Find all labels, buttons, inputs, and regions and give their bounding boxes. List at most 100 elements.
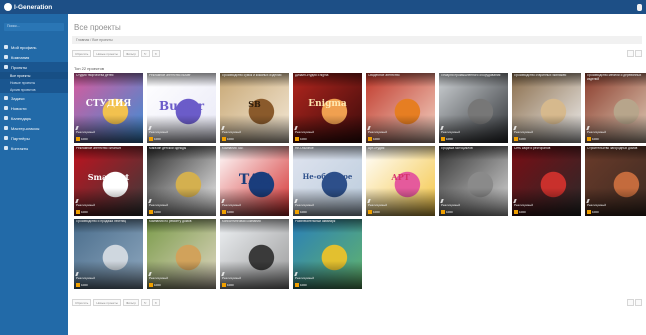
- user-icon: [4, 45, 8, 49]
- sidebar-item-label: Партнёры: [11, 135, 30, 141]
- sidebar-item-4[interactable]: Новости: [0, 103, 68, 113]
- project-card[interactable]: Производство старинных экипажей Реализуем…: [512, 73, 581, 143]
- badge-value: 1000: [227, 137, 234, 141]
- project-badge: 1000: [587, 137, 599, 141]
- coin-icon: [76, 210, 80, 214]
- project-card[interactable]: Свадебное агентство Реализуемый 1000: [366, 73, 435, 143]
- sidebar-item-2[interactable]: Проекты: [0, 62, 68, 72]
- project-title: Не-Обычное: [295, 147, 314, 150]
- project-card[interactable]: Строительство загородных домов Реализуемы…: [585, 146, 646, 216]
- project-card[interactable]: Компания TAE Реализуемый 1000 TAE: [220, 146, 289, 216]
- next-page-button[interactable]: [635, 50, 642, 57]
- reset-button[interactable]: Сбросить: [72, 50, 92, 57]
- card-logo-text: АРТ: [391, 172, 410, 182]
- project-card[interactable]: Пекарня промышленного оборудования Реализ…: [439, 73, 508, 143]
- coin-icon: [587, 137, 591, 141]
- project-badge: 1000: [441, 210, 453, 214]
- sidebar-item-8[interactable]: Контакты: [0, 143, 68, 153]
- card-logo-text: SB: [248, 99, 261, 109]
- sidebar-subitem-2[interactable]: Архив проектов: [0, 86, 68, 93]
- project-card[interactable]: Арт-студия Реализуемый 1000 АРТ: [366, 146, 435, 216]
- new-projects-button[interactable]: Новые проекты: [93, 50, 121, 57]
- project-card[interactable]: Производство мебели и деревянных изделий…: [585, 73, 646, 143]
- project-status: Реализуемый: [295, 130, 315, 134]
- main-content: Все проекты Главная / Все проекты Сброси…: [68, 14, 646, 335]
- contacts-icon: [4, 146, 8, 150]
- sidebar-item-6[interactable]: Мастер-классы: [0, 123, 68, 133]
- project-badge: 1000: [514, 210, 526, 214]
- coin-icon: [368, 210, 372, 214]
- coin-icon: [441, 137, 445, 141]
- project-status: Реализуемый: [149, 203, 169, 207]
- badge-value: 1000: [519, 137, 526, 141]
- next-page-button-bottom[interactable]: [635, 299, 642, 306]
- coin-icon: [587, 210, 591, 214]
- badge-value: 1000: [519, 210, 526, 214]
- project-title: Пекарня промышленного оборудования: [441, 74, 501, 77]
- partners-icon: [4, 136, 8, 140]
- project-status: Реализуемый: [514, 130, 534, 134]
- news-icon: [4, 106, 8, 110]
- project-status: Реализуемый: [368, 130, 388, 134]
- project-title: Рекламное агентство Buster: [149, 74, 191, 77]
- project-status: Реализуемый: [295, 203, 315, 207]
- sidebar-subitem-1[interactable]: Новые проекты: [0, 79, 68, 86]
- sidebar-item-0[interactable]: Мой профиль: [0, 42, 68, 52]
- project-title: Дизайн-студия Enigma: [295, 74, 329, 77]
- sidebar-item-5[interactable]: Календарь: [0, 113, 68, 123]
- project-card[interactable]: Продажа мотоциклов Реализуемый 1000: [439, 146, 508, 216]
- filter-button[interactable]: Фильтр: [122, 50, 140, 57]
- project-card[interactable]: Дизайн-студия Enigma Реализуемый 1000 Enigm…: [293, 73, 362, 143]
- project-card[interactable]: Сеть кафе и ресторанов Реализуемый 1000: [512, 146, 581, 216]
- project-card[interactable]: Компания по ремонту домов Реализуемый 1000: [147, 219, 216, 289]
- refresh-icon[interactable]: ↻: [141, 50, 150, 57]
- project-card[interactable]: Не-Обычное Реализуемый 1000 Не-обычное: [293, 146, 362, 216]
- badge-value: 1000: [300, 210, 307, 214]
- reset-button-bottom[interactable]: Сбросить: [72, 299, 92, 306]
- coin-icon: [149, 283, 153, 287]
- sidebar-item-3[interactable]: Задачи: [0, 93, 68, 103]
- project-card[interactable]: Консалтинговая компания Реализуемый 1000: [220, 219, 289, 289]
- sidebar-item-label: Проекты: [11, 64, 28, 70]
- project-badge: 1000: [368, 137, 380, 141]
- coin-icon: [222, 210, 226, 214]
- card-logo-text: Не-обычное: [302, 172, 353, 181]
- breadcrumb[interactable]: Главная / Все проекты: [72, 36, 642, 44]
- project-card[interactable]: Магазин детской одежды Реализуемый 1000: [147, 146, 216, 216]
- project-card[interactable]: Студия творчества детей Реализуемый 1000 СТ…: [74, 73, 143, 143]
- badge-value: 1000: [446, 210, 453, 214]
- projects-grid: Студия творчества детей Реализуемый 1000 СТ…: [74, 73, 646, 289]
- project-card[interactable]: Рекламное агентство Buster Реализуемый 100…: [147, 73, 216, 143]
- card-logo-text: Buster: [158, 99, 205, 113]
- prev-page-button[interactable]: [627, 50, 634, 57]
- building-icon: [4, 55, 8, 59]
- project-card[interactable]: Производство и продажа лестниц Реализуемы…: [74, 219, 143, 289]
- badge-value: 1000: [81, 137, 88, 141]
- project-status: Реализуемый: [587, 203, 607, 207]
- class-icon: [4, 126, 8, 130]
- new-projects-button-bottom[interactable]: Новые проекты: [93, 299, 121, 306]
- user-menu-icon[interactable]: [637, 3, 642, 11]
- project-title: Производство мебели и деревянных изделий: [587, 74, 642, 81]
- coin-icon: [441, 210, 445, 214]
- badge-value: 1000: [373, 210, 380, 214]
- project-card[interactable]: Производство сумок и кожаных изделий Реал…: [220, 73, 289, 143]
- sidebar-item-1[interactable]: Компания: [0, 52, 68, 62]
- badge-value: 1000: [446, 137, 453, 141]
- sidebar-subitem-0[interactable]: Все проекты: [0, 72, 68, 79]
- sidebar-item-label: Новости: [11, 105, 27, 111]
- project-card[interactable]: Развлекательный аквапарк Реализуемый 1000: [293, 219, 362, 289]
- coin-icon: [222, 137, 226, 141]
- close-icon-bottom[interactable]: ✕: [151, 299, 161, 306]
- sidebar-search-input[interactable]: Поиск...: [4, 23, 64, 31]
- project-card[interactable]: Рекламное агентство SmartArt Реализуемый 1…: [74, 146, 143, 216]
- badge-value: 1000: [154, 210, 161, 214]
- project-badge: 1000: [441, 137, 453, 141]
- coin-icon: [295, 283, 299, 287]
- logo[interactable]: I-Generation: [4, 3, 52, 11]
- filter-button-bottom[interactable]: Фильтр: [122, 299, 140, 306]
- sidebar-item-7[interactable]: Партнёры: [0, 133, 68, 143]
- close-icon[interactable]: ✕: [151, 50, 161, 57]
- refresh-icon-bottom[interactable]: ↻: [141, 299, 150, 306]
- prev-page-button-bottom[interactable]: [627, 299, 634, 306]
